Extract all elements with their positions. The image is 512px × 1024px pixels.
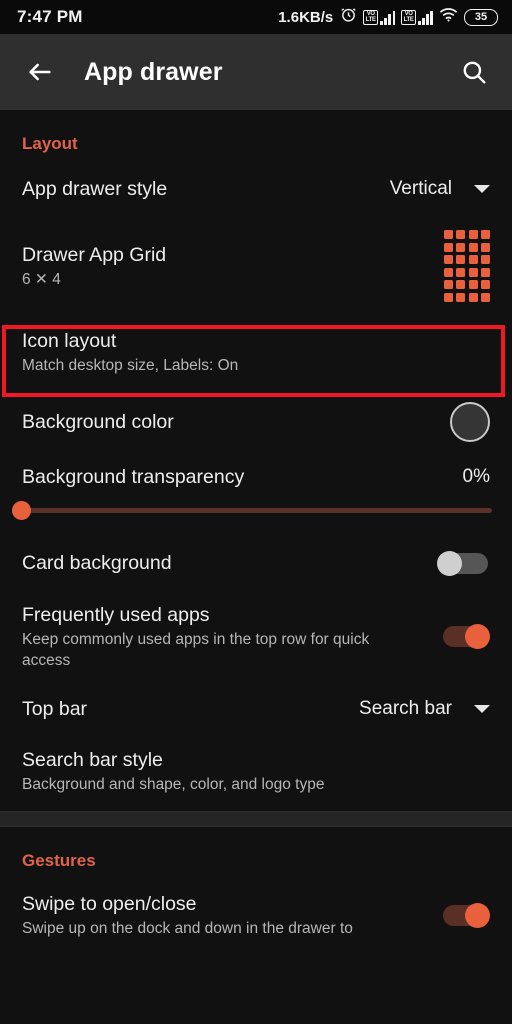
row-title: App drawer style	[22, 176, 380, 202]
chevron-down-icon[interactable]	[474, 185, 490, 193]
setting-row-app-drawer-style[interactable]: App drawer style Vertical	[0, 164, 512, 216]
sim2-signal-bars-icon	[418, 10, 433, 25]
setting-row-icon-layout[interactable]: Icon layout Match desktop size, Labels: …	[0, 314, 512, 390]
setting-row-swipe-to-open-close[interactable]: Swipe to open/close Swipe up on the dock…	[0, 881, 512, 939]
settings-list: Layout App drawer style Vertical Drawer …	[0, 110, 512, 939]
setting-row-frequently-used-apps[interactable]: Frequently used apps Keep commonly used …	[0, 590, 512, 683]
color-swatch[interactable]	[450, 402, 490, 442]
section-header-gestures: Gestures	[0, 827, 512, 881]
toolbar: App drawer	[0, 34, 512, 110]
setting-row-drawer-app-grid[interactable]: Drawer App Grid 6 ✕ 4	[0, 216, 512, 314]
alarm-icon	[340, 6, 357, 28]
row-value: Vertical	[390, 178, 452, 200]
status-bar: 7:47 PM 1.6KB/s VO LTE VO	[0, 0, 512, 34]
transparency-slider[interactable]	[0, 498, 512, 524]
app-drawer-settings-screen: 7:47 PM 1.6KB/s VO LTE VO	[0, 0, 512, 1024]
slider-track	[16, 508, 492, 513]
setting-row-search-bar-style[interactable]: Search bar style Background and shape, c…	[0, 735, 512, 811]
status-time: 7:47 PM	[17, 7, 83, 27]
page-title: App drawer	[84, 58, 454, 87]
row-title: Drawer App Grid	[22, 242, 432, 268]
row-title: Background color	[22, 409, 438, 435]
sim1-volte-bottom: LTE	[366, 17, 376, 23]
row-title: Icon layout	[22, 328, 490, 354]
setting-row-card-background[interactable]: Card background	[0, 524, 512, 590]
sim1-volte-icon: VO LTE	[363, 10, 378, 25]
setting-row-background-transparency[interactable]: Background transparency 0%	[0, 454, 512, 490]
toggle-thumb	[437, 551, 462, 576]
sim1-signal: VO LTE	[363, 10, 395, 25]
row-title: Background transparency	[22, 464, 453, 490]
row-subtitle: 6 ✕ 4	[22, 269, 432, 290]
status-icons: 1.6KB/s VO LTE VO LTE	[278, 6, 498, 28]
app-grid-preview-icon[interactable]	[444, 230, 491, 302]
row-title: Card background	[22, 550, 423, 576]
frequently-used-apps-toggle[interactable]	[437, 624, 490, 648]
toggle-thumb	[465, 903, 490, 928]
transparency-value: 0%	[463, 466, 490, 488]
wifi-icon	[439, 6, 458, 28]
section-divider	[0, 811, 512, 827]
sim2-volte-bottom: LTE	[404, 17, 414, 23]
row-title: Swipe to open/close	[22, 891, 413, 917]
swipe-to-open-close-toggle[interactable]	[437, 903, 490, 927]
chevron-down-icon[interactable]	[474, 705, 490, 713]
row-subtitle: Match desktop size, Labels: On	[22, 355, 490, 376]
slider-thumb[interactable]	[12, 501, 31, 520]
setting-row-top-bar[interactable]: Top bar Search bar	[0, 683, 512, 735]
battery-indicator: 35	[464, 9, 498, 26]
setting-row-background-color[interactable]: Background color	[0, 390, 512, 454]
section-header-layout: Layout	[0, 110, 512, 164]
row-subtitle: Background and shape, color, and logo ty…	[22, 774, 490, 795]
sim2-signal: VO LTE	[401, 10, 433, 25]
row-value: Search bar	[359, 698, 452, 720]
toggle-thumb	[465, 624, 490, 649]
row-title: Frequently used apps	[22, 602, 413, 628]
row-subtitle: Keep commonly used apps in the top row f…	[22, 629, 413, 671]
network-speed-text: 1.6KB/s	[278, 9, 333, 26]
sim1-signal-bars-icon	[380, 10, 395, 25]
row-subtitle: Swipe up on the dock and down in the dra…	[22, 918, 413, 939]
search-icon[interactable]	[454, 52, 494, 92]
card-background-toggle[interactable]	[437, 551, 490, 575]
row-title: Top bar	[22, 696, 349, 722]
back-arrow-icon[interactable]	[20, 52, 60, 92]
row-title: Search bar style	[22, 747, 490, 773]
sim2-volte-icon: VO LTE	[401, 10, 416, 25]
